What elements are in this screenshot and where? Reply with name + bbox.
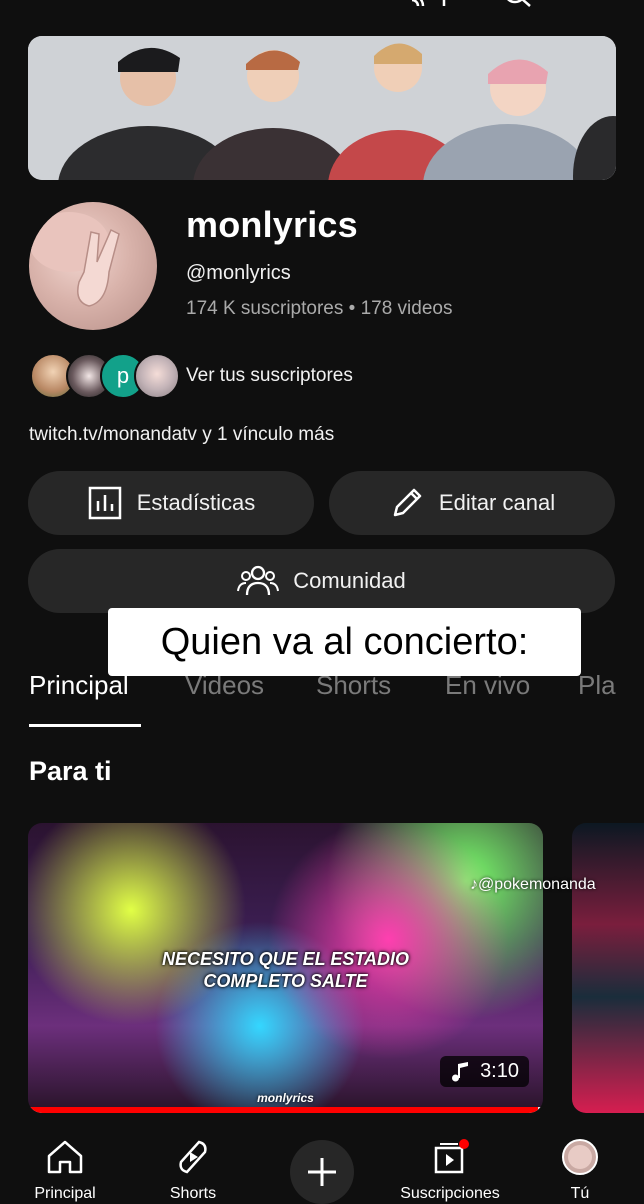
channel-banner bbox=[28, 36, 616, 180]
edit-channel-button[interactable]: Editar canal bbox=[329, 471, 615, 535]
analytics-label: Estadísticas bbox=[136, 490, 256, 515]
video-thumbnail-next[interactable] bbox=[572, 823, 644, 1113]
more-vert-icon[interactable] bbox=[594, 0, 608, 10]
subscriptions-icon bbox=[434, 1139, 469, 1174]
pencil-icon bbox=[393, 488, 422, 517]
shorts-icon bbox=[179, 1140, 207, 1174]
overlay-caption: Quien va al concierto: bbox=[108, 608, 581, 676]
see-subscribers-link[interactable]: Ver tus suscriptores bbox=[186, 365, 353, 387]
thumbnail-text-line: NECESITO QUE EL ESTADIO bbox=[161, 949, 410, 969]
banner-image bbox=[28, 36, 616, 180]
watch-progress-fill bbox=[28, 1107, 538, 1113]
channel-avatar[interactable] bbox=[29, 202, 157, 330]
profile-avatar-icon bbox=[562, 1139, 598, 1175]
analytics-icon bbox=[88, 486, 121, 520]
plus-icon bbox=[308, 1158, 336, 1186]
nav-you[interactable]: Tú bbox=[520, 1138, 640, 1203]
analytics-button[interactable]: Estadísticas bbox=[28, 471, 314, 535]
channel-name: monlyrics bbox=[186, 204, 358, 245]
active-tab-indicator bbox=[29, 724, 141, 727]
thumbnail-text-line: COMPLETO SALTE bbox=[203, 971, 368, 991]
subscriber-avatars[interactable]: p bbox=[30, 353, 180, 399]
back-arrow-icon[interactable] bbox=[30, 0, 52, 10]
nav-subscriptions-label: Suscripciones bbox=[400, 1185, 500, 1202]
subscriber-avatar bbox=[134, 353, 180, 399]
edit-channel-label: Editar canal bbox=[438, 490, 556, 515]
nav-you-label: Tú bbox=[570, 1185, 590, 1202]
watch-progress-bar bbox=[28, 1107, 543, 1113]
community-label: Comunidad bbox=[293, 568, 406, 593]
channel-links[interactable]: twitch.tv/monandatv y 1 vínculo más bbox=[29, 424, 334, 446]
video-thumbnail[interactable]: NECESITO QUE EL ESTADIO COMPLETO SALTE m… bbox=[28, 823, 543, 1113]
cast-icon[interactable] bbox=[408, 0, 448, 10]
tiktok-watermark-text: @pokemonanda bbox=[478, 876, 596, 893]
home-icon bbox=[47, 1140, 83, 1174]
nav-home[interactable]: Principal bbox=[5, 1138, 125, 1203]
nav-shorts[interactable]: Shorts bbox=[133, 1138, 253, 1203]
music-note-icon bbox=[452, 1061, 469, 1081]
channel-handle: @monlyrics bbox=[186, 262, 291, 284]
nav-home-label: Principal bbox=[34, 1185, 96, 1202]
nav-subscriptions[interactable]: Suscripciones bbox=[390, 1138, 510, 1203]
create-button[interactable] bbox=[290, 1140, 354, 1204]
thumbnail-text: NECESITO QUE EL ESTADIO COMPLETO SALTE bbox=[28, 948, 543, 992]
nav-shorts-label: Shorts bbox=[169, 1185, 217, 1202]
duration-badge: 3:10 bbox=[440, 1056, 529, 1087]
duration-text: 3:10 bbox=[480, 1060, 519, 1082]
section-title: Para ti bbox=[29, 756, 112, 786]
bottom-navigation: Principal Shorts Suscripciones Tú bbox=[0, 1126, 644, 1204]
tab-playlists[interactable]: Pla bbox=[578, 670, 616, 701]
thumbnail-watermark: monlyrics bbox=[257, 1091, 314, 1105]
search-icon[interactable] bbox=[500, 0, 534, 10]
channel-stats: 174 K suscriptores • 178 videos bbox=[186, 298, 453, 319]
people-icon bbox=[237, 565, 280, 596]
community-button[interactable]: Comunidad bbox=[28, 549, 615, 613]
avatar-image bbox=[29, 212, 120, 307]
tiktok-icon: ♪ bbox=[470, 876, 478, 893]
subscriber-initial: p bbox=[116, 363, 130, 388]
tiktok-watermark: ♪@pokemonanda bbox=[470, 876, 596, 894]
